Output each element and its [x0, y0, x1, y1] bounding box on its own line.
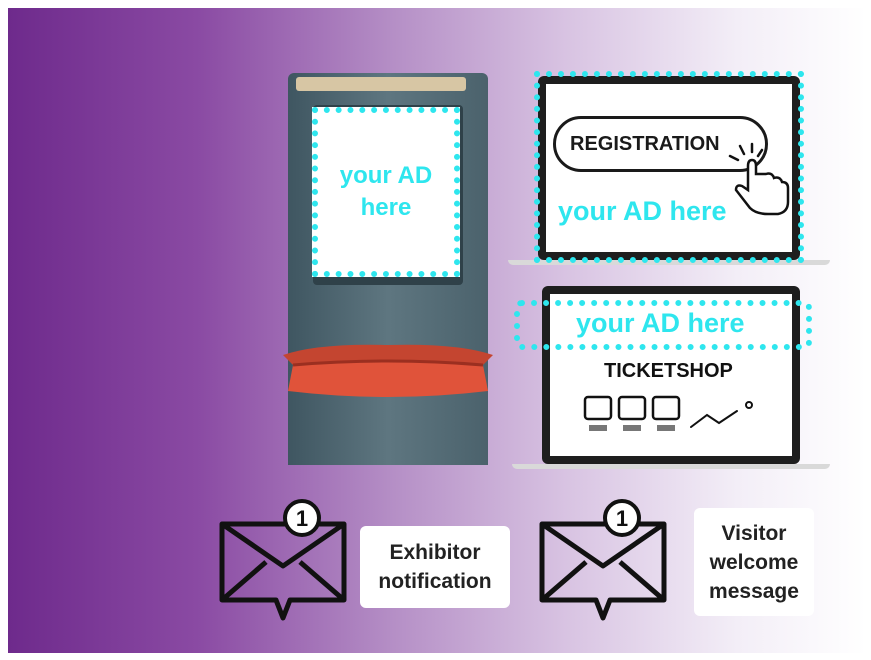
kiosk-ad-text: your AD here [339, 162, 433, 221]
laptop-ticketshop-base [512, 464, 830, 469]
kiosk-ad-placeholder: your AD here [312, 107, 460, 277]
monitor-icon [583, 395, 613, 431]
ticket-kiosk: your AD here [283, 73, 493, 465]
ticketshop-title: TICKETSHOP [604, 360, 733, 382]
envelope-icon [219, 499, 347, 621]
envelope-icon [539, 499, 667, 621]
chart-line-icon [690, 401, 753, 428]
exhibitor-notification-label: Exhibitor notification [360, 526, 510, 608]
ticketshop-icons [583, 395, 753, 431]
visitor-welcome-message-label: Visitor welcome message [694, 508, 814, 616]
notification-badge: 1 [615, 506, 629, 531]
notification-badge: 1 [295, 506, 309, 531]
monitor-icon [617, 395, 647, 431]
laptop-registration-ad-text: your AD here [558, 196, 727, 226]
kiosk-top-strip [296, 77, 466, 91]
laptop-ticketshop-ad-text: your AD here [576, 308, 745, 338]
cursor-hand-icon [728, 142, 790, 216]
monitor-icon [651, 395, 681, 431]
illustration-canvas: your AD here REGISTRATION your AD here y… [8, 8, 866, 653]
kiosk-ticket-slot [283, 344, 493, 397]
registration-button-label: REGISTRATION [570, 132, 720, 155]
